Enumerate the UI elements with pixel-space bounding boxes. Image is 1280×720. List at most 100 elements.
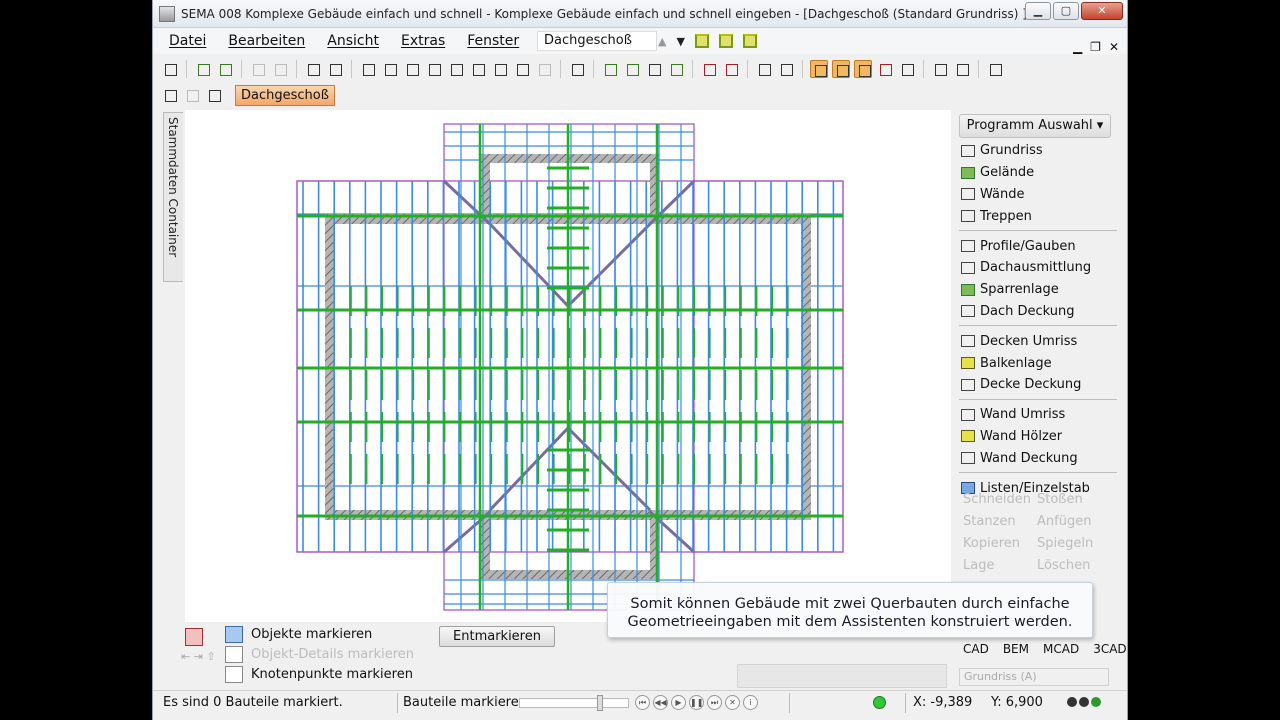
program-selection-button[interactable]: Programm Auswahl ▾ — [959, 114, 1111, 138]
eye-icon[interactable] — [645, 60, 663, 78]
image-icon[interactable] — [986, 60, 1004, 78]
program-item-treppen[interactable]: Treppen — [959, 205, 1117, 227]
program-item-dach-deckung[interactable]: Dach Deckung — [959, 301, 1117, 323]
maximize-button[interactable]: ▢ — [1053, 2, 1079, 20]
tool-schneiden[interactable]: Schneiden — [963, 492, 1037, 507]
ceiling-outline-icon — [961, 335, 975, 348]
menu-extras[interactable]: Extras — [401, 33, 445, 49]
tab-mcad[interactable]: MCAD — [1043, 642, 1079, 656]
floating-toolbar[interactable] — [737, 664, 947, 688]
program-item-sparrenlage[interactable]: Sparrenlage — [959, 279, 1117, 301]
program-item-grundriss[interactable]: Grundriss — [959, 140, 1117, 162]
house-icon[interactable] — [718, 34, 733, 48]
level-combo[interactable]: Dachgeschoß — [537, 31, 657, 51]
program-item-wand-hölzer[interactable]: Wand Hölzer — [959, 426, 1117, 448]
menu-bearbeiten[interactable]: Bearbeiten — [228, 33, 305, 49]
close-button[interactable]: ✕ — [1081, 2, 1123, 20]
program-item-decke-deckung[interactable]: Decke Deckung — [959, 374, 1117, 396]
mdi-close-icon[interactable]: ✕ — [1109, 40, 1119, 54]
tool-kopieren[interactable]: Kopieren — [963, 536, 1037, 551]
program-item-dachausmittlung[interactable]: Dachausmittlung — [959, 257, 1117, 279]
page-icon[interactable] — [326, 60, 344, 78]
zoom-window-icon[interactable] — [425, 60, 443, 78]
menu-datei[interactable]: Datei — [169, 33, 206, 49]
rewind-icon[interactable]: ◀◀ — [653, 695, 668, 710]
magic-wand-icon[interactable] — [194, 60, 212, 78]
mark-objects-row[interactable]: Objekte markieren — [225, 626, 372, 643]
house-icon[interactable] — [694, 34, 709, 48]
timber-icon[interactable] — [898, 60, 916, 78]
chevron-down-icon[interactable]: ▼ — [676, 35, 684, 48]
program-item-label: Wand Hölzer — [980, 428, 1063, 444]
zoom-icon[interactable] — [491, 60, 509, 78]
tool-spiegeln[interactable]: Spiegeln — [1037, 536, 1111, 551]
skip-end-icon[interactable]: ⏭ — [707, 695, 722, 710]
copy-level-icon[interactable] — [183, 86, 201, 104]
stop-icon[interactable]: ✕ — [725, 695, 740, 710]
tool-loeschen[interactable]: Löschen — [1037, 558, 1111, 573]
wizard-icon[interactable] — [216, 60, 234, 78]
program-item-wand-umriss[interactable]: Wand Umriss — [959, 404, 1117, 426]
render-icon[interactable] — [722, 60, 740, 78]
open-icon[interactable] — [161, 60, 179, 78]
stammdaten-tab[interactable]: Stammdaten Container — [163, 112, 183, 282]
tab-bem[interactable]: BEM — [1003, 642, 1029, 656]
pan-disabled-icon[interactable] — [535, 60, 553, 78]
zoom-fit-icon[interactable] — [403, 60, 421, 78]
info-icon[interactable]: i — [743, 695, 758, 710]
mdi-minimize-icon[interactable]: ▁ — [1073, 40, 1082, 54]
rafter-mode-icon[interactable] — [854, 60, 872, 78]
tool-stanzen[interactable]: Stanzen — [963, 514, 1037, 529]
playback-slider[interactable] — [519, 698, 629, 708]
zoom-select-icon[interactable] — [447, 60, 465, 78]
redo-icon[interactable] — [271, 60, 289, 78]
tool-anfuegen[interactable]: Anfügen — [1037, 514, 1111, 529]
building-icon[interactable] — [601, 60, 619, 78]
program-item-decken-umriss[interactable]: Decken Umriss — [959, 330, 1117, 352]
menu-fenster[interactable]: Fenster — [467, 33, 519, 49]
program-item-wände[interactable]: Wände — [959, 184, 1117, 206]
minimize-button[interactable]: ▁ — [1025, 2, 1051, 20]
mark-details-row[interactable]: Objekt-Details markieren — [225, 646, 414, 663]
mdi-restore-icon[interactable]: ❐ — [1090, 40, 1101, 54]
roof-mode-icon[interactable] — [810, 60, 828, 78]
menu-ansicht[interactable]: Ansicht — [327, 33, 379, 49]
roof-red-icon[interactable] — [832, 60, 850, 78]
text-icon[interactable] — [359, 60, 377, 78]
play-icon[interactable]: ▶ — [671, 695, 686, 710]
tool-lage[interactable]: Lage — [963, 558, 1037, 573]
tool-stossen[interactable]: Stoßen — [1037, 492, 1111, 507]
info-icon[interactable] — [381, 60, 399, 78]
print-icon[interactable] — [304, 60, 322, 78]
tool-icon[interactable] — [700, 60, 718, 78]
view-icon[interactable] — [568, 60, 586, 78]
program-item-profile-gauben[interactable]: Profile/Gauben — [959, 235, 1117, 257]
mark-nodes-row[interactable]: Knotenpunkte markieren — [225, 666, 413, 683]
pan-icon[interactable] — [513, 60, 531, 78]
line-icon[interactable] — [623, 60, 641, 78]
skip-start-icon[interactable]: ⏮ — [635, 695, 650, 710]
pencil-icon[interactable] — [755, 60, 773, 78]
tab-3cad[interactable]: 3CAD — [1093, 642, 1126, 656]
program-item-balkenlage[interactable]: Balkenlage — [959, 352, 1117, 374]
house-icon[interactable] — [742, 34, 757, 48]
unmark-button[interactable]: Entmarkieren — [439, 626, 555, 647]
slider-thumb[interactable] — [597, 695, 603, 711]
mark-mode-icon[interactable] — [185, 628, 203, 646]
undo-icon[interactable] — [249, 60, 267, 78]
zoom-extents-icon[interactable] — [469, 60, 487, 78]
roof-cut-icon[interactable] — [876, 60, 894, 78]
program-item-wand-deckung[interactable]: Wand Deckung — [959, 447, 1117, 469]
pause-icon[interactable]: ❚❚ — [689, 695, 704, 710]
program-item-gelände[interactable]: Gelände — [959, 162, 1117, 184]
panel-icon[interactable] — [205, 86, 223, 104]
layout-icon[interactable] — [953, 60, 971, 78]
levels-icon[interactable] — [161, 86, 179, 104]
measure-icon[interactable] — [777, 60, 795, 78]
cad-canvas[interactable] — [185, 110, 951, 622]
tab-cad[interactable]: CAD — [963, 642, 989, 656]
level-button[interactable]: Dachgeschoß — [235, 84, 335, 106]
view-select[interactable]: Grundriss (A) — [959, 668, 1109, 686]
layers-icon[interactable] — [931, 60, 949, 78]
pen-icon[interactable] — [667, 60, 685, 78]
